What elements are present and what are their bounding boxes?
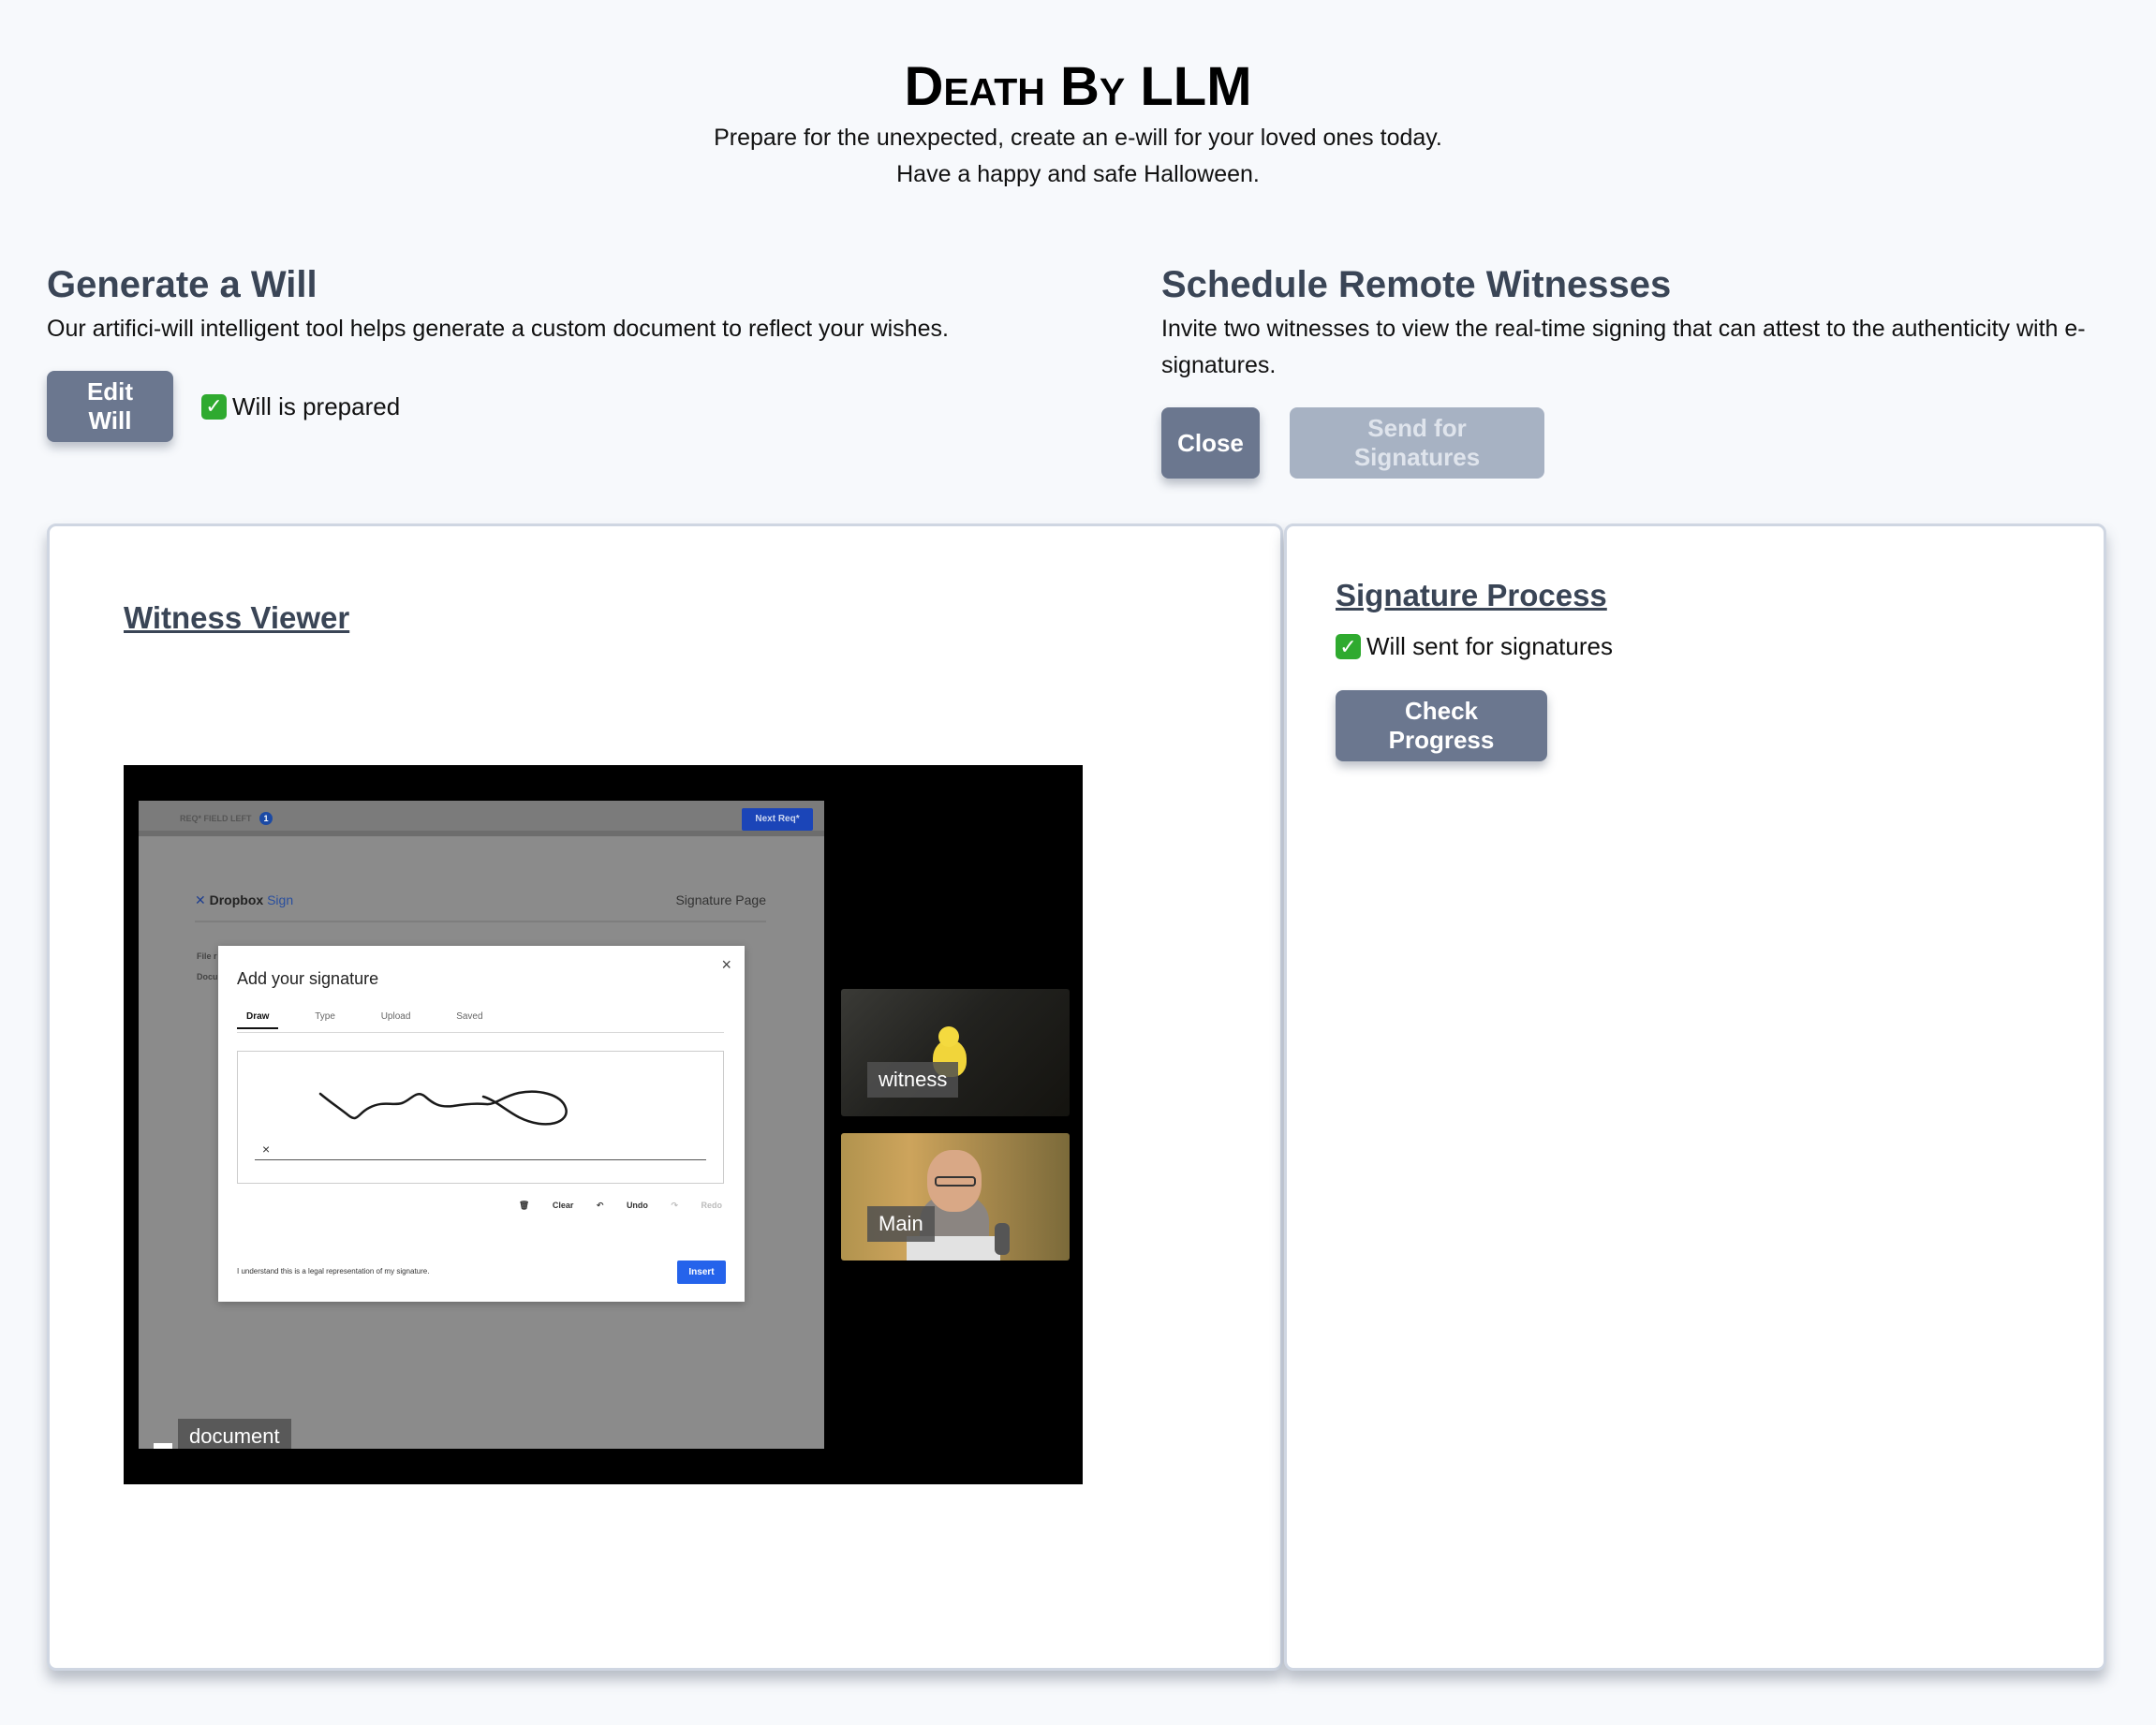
signature-actions: 🗑 Clear ↶ Undo ↷ Redo: [498, 1201, 722, 1211]
fields-left-text: REQ* FIELD LEFT: [180, 814, 252, 823]
add-signature-modal: Add your signature × Draw Type Upload Sa…: [218, 946, 745, 1302]
signature-process-heading: Signature Process: [1336, 578, 1607, 612]
tagline: Prepare for the unexpected, create an e-…: [714, 125, 1442, 151]
page-header: Death By LLM Prepare for the unexpected,…: [0, 54, 2156, 193]
will-sent-text: Will sent for signatures: [1366, 632, 1613, 660]
tab-draw: Draw: [237, 1011, 279, 1029]
send-for-signatures-button[interactable]: Send for Signatures: [1290, 407, 1544, 479]
check-mark-icon: ✓: [1336, 634, 1361, 659]
redo-action: ↷ Redo: [671, 1201, 722, 1210]
will-prepared-status: ✓ Will is prepared: [201, 392, 400, 421]
signature-page-label: Signature Page: [675, 892, 766, 907]
doc-field-1: File r: [197, 951, 217, 961]
document-tile-label: document: [178, 1419, 291, 1449]
signature-drawing: [318, 1090, 568, 1126]
next-required-button: Next Req*: [742, 808, 813, 831]
witness-viewer-panel: Witness Viewer REQ* FIELD LEFT 1 Next Re…: [47, 523, 1283, 1671]
close-button[interactable]: Close: [1161, 407, 1260, 479]
signature-pad: ×: [237, 1051, 724, 1184]
legal-notice: I understand this is a legal representat…: [237, 1267, 430, 1275]
close-icon: ×: [721, 955, 731, 974]
glasses: [935, 1176, 976, 1187]
participant-thumbnail: [154, 1443, 172, 1449]
witness-tile-label: witness: [867, 1062, 959, 1098]
sign-here-x-icon: ×: [262, 1142, 271, 1157]
document-fields: File r Docu: [197, 946, 218, 987]
modal-title: Add your signature: [237, 969, 379, 988]
clear-action: 🗑 Clear: [518, 1201, 574, 1210]
document-topbar: REQ* FIELD LEFT 1 Next Req*: [139, 801, 824, 836]
generate-will-description: Our artifici-will intelligent tool helps…: [47, 316, 949, 342]
generate-will-actions: Edit Will ✓ Will is prepared: [47, 371, 1115, 442]
check-mark-icon: ✓: [201, 393, 227, 420]
app-title: Death By LLM: [904, 56, 1252, 117]
undo-action: ↶ Undo: [596, 1201, 648, 1210]
fields-left-indicator: REQ* FIELD LEFT 1: [180, 812, 273, 825]
microphone-icon: [995, 1223, 1010, 1255]
document-divider: [195, 921, 766, 922]
witness-viewer-heading: Witness Viewer: [124, 600, 350, 635]
halloween-message: Have a happy and safe Halloween.: [896, 161, 1260, 187]
dropbox-icon: ✕: [195, 892, 206, 907]
signature-tabs: Draw Type Upload Saved: [237, 1011, 724, 1033]
signature-baseline: [255, 1159, 706, 1160]
edit-will-button[interactable]: Edit Will: [47, 371, 173, 442]
check-progress-button[interactable]: Check Progress: [1336, 690, 1547, 761]
main-camera-tile[interactable]: Main: [841, 1133, 1070, 1261]
schedule-witnesses-description: Invite two witnesses to view the real-ti…: [1161, 316, 2086, 378]
witness-camera-tile[interactable]: witness: [841, 989, 1070, 1116]
fields-left-count: 1: [259, 812, 273, 825]
video-stream[interactable]: REQ* FIELD LEFT 1 Next Req* ✕ Dropbox Si…: [124, 765, 1083, 1484]
doc-field-2: Docu: [197, 972, 218, 981]
tab-type: Type: [315, 1011, 335, 1022]
insert-button: Insert: [677, 1261, 726, 1284]
main-tile-label: Main: [867, 1206, 935, 1242]
schedule-witnesses-heading: Schedule Remote Witnesses: [1161, 264, 1672, 305]
duck-head: [938, 1026, 959, 1047]
dropbox-sign-logo: ✕ Dropbox Sign: [195, 892, 293, 908]
shared-document-screen: REQ* FIELD LEFT 1 Next Req* ✕ Dropbox Si…: [139, 801, 824, 1449]
tab-saved: Saved: [456, 1011, 483, 1022]
will-prepared-text: Will is prepared: [232, 391, 401, 420]
generate-will-section: Generate a Will Our artifici-will intell…: [47, 258, 1115, 442]
will-sent-status: ✓ Will sent for signatures: [1336, 632, 1613, 661]
logo-text: Dropbox: [209, 892, 264, 907]
schedule-actions: Close Send for Signatures: [1161, 407, 2145, 479]
generate-will-heading: Generate a Will: [47, 264, 317, 305]
tab-upload: Upload: [380, 1011, 411, 1022]
schedule-witnesses-section: Schedule Remote Witnesses Invite two wit…: [1161, 258, 2145, 479]
signature-process-panel: Signature Process ✓ Will sent for signat…: [1284, 523, 2106, 1671]
logo-suffix: Sign: [267, 892, 294, 907]
